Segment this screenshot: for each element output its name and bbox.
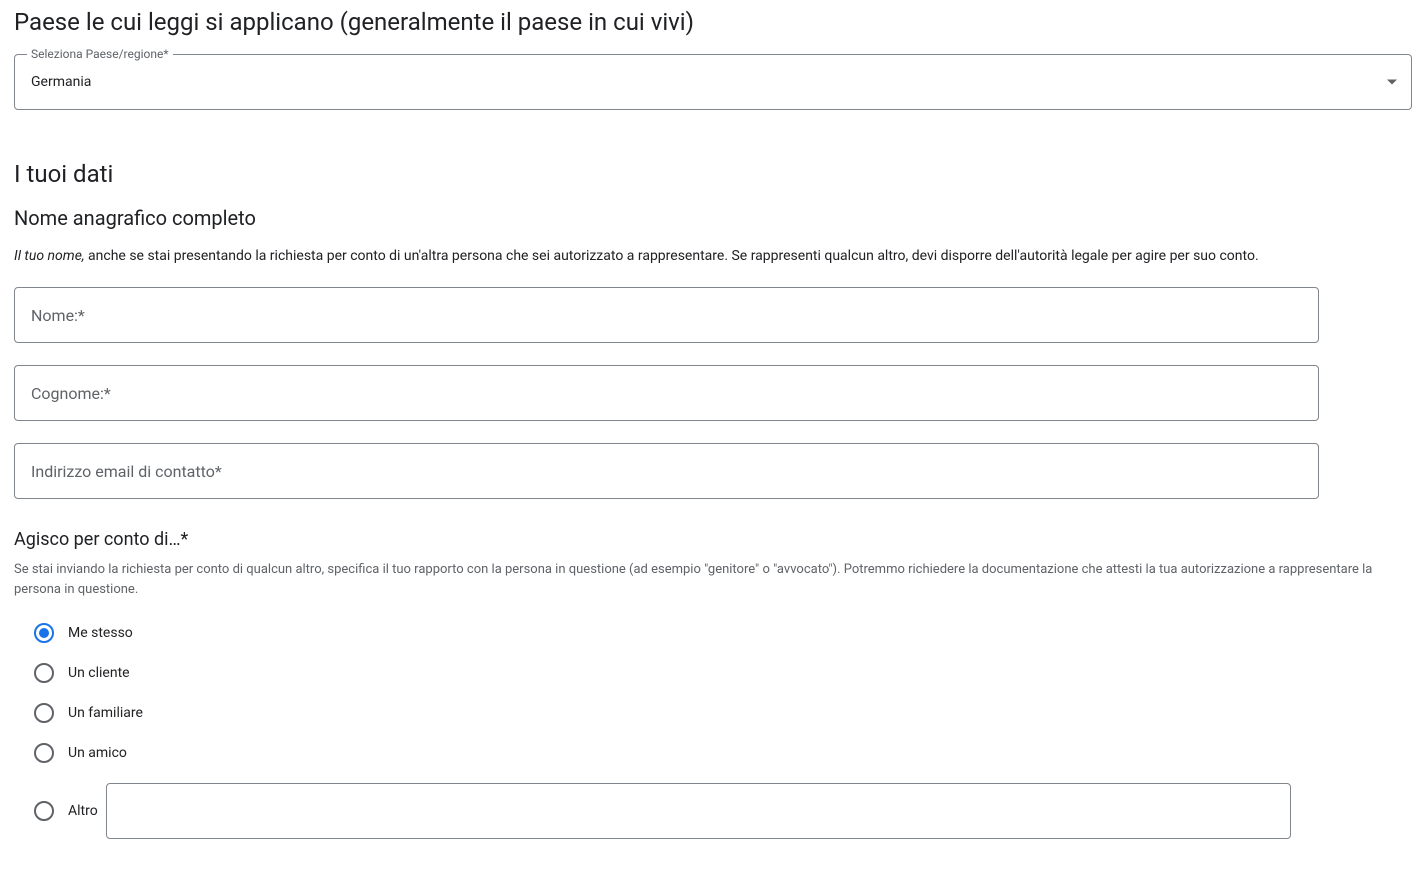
dropdown-arrow-icon bbox=[1387, 80, 1397, 85]
radio-friend[interactable]: Un amico bbox=[34, 743, 1412, 763]
radio-icon bbox=[34, 743, 54, 763]
radio-label-myself: Me stesso bbox=[68, 625, 133, 641]
on-behalf-radio-group: Me stesso Un cliente Un familiare Un ami… bbox=[14, 623, 1412, 839]
radio-family[interactable]: Un familiare bbox=[34, 703, 1412, 723]
radio-label-other: Altro bbox=[68, 803, 98, 819]
on-behalf-heading: Agisco per conto di…* bbox=[14, 529, 1412, 550]
name-description-italic: Il tuo nome, bbox=[14, 248, 85, 264]
country-select-value: Germania bbox=[31, 74, 91, 90]
radio-icon bbox=[34, 623, 54, 643]
radio-label-client: Un cliente bbox=[68, 665, 130, 681]
your-data-heading: I tuoi dati bbox=[14, 160, 1412, 188]
name-description-rest: anche se stai presentando la richiesta p… bbox=[85, 248, 1259, 264]
email-field[interactable] bbox=[14, 443, 1319, 499]
radio-label-family: Un familiare bbox=[68, 705, 143, 721]
name-description: Il tuo nome, anche se stai presentando l… bbox=[14, 246, 1412, 267]
radio-label-friend: Un amico bbox=[68, 745, 127, 761]
radio-icon bbox=[34, 703, 54, 723]
country-select-label: Seleziona Paese/regione* bbox=[27, 47, 173, 61]
radio-myself[interactable]: Me stesso bbox=[34, 623, 1412, 643]
radio-icon bbox=[34, 663, 54, 683]
radio-other[interactable]: Altro bbox=[34, 783, 1412, 839]
country-heading: Paese le cui leggi si applicano (general… bbox=[14, 8, 1412, 36]
on-behalf-helptext: Se stai inviando la richiesta per conto … bbox=[14, 560, 1374, 599]
radio-icon bbox=[34, 801, 54, 821]
first-name-field[interactable] bbox=[14, 287, 1319, 343]
other-text-field[interactable] bbox=[106, 783, 1291, 839]
radio-client[interactable]: Un cliente bbox=[34, 663, 1412, 683]
full-name-heading: Nome anagrafico completo bbox=[14, 206, 1412, 230]
last-name-field[interactable] bbox=[14, 365, 1319, 421]
country-select[interactable]: Seleziona Paese/regione* Germania bbox=[14, 54, 1412, 110]
